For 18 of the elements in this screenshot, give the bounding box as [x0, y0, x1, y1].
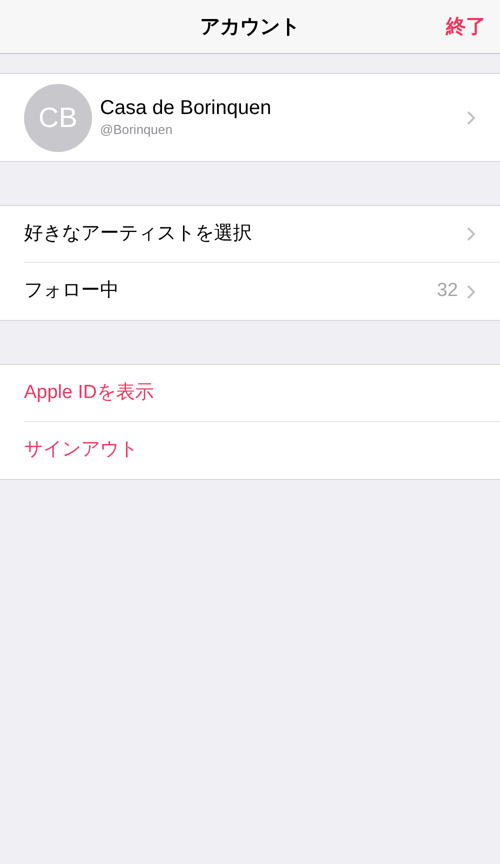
profile-handle: @Borinquen: [100, 120, 174, 139]
row-label: サインアウト: [24, 438, 138, 462]
action-row[interactable]: サインアウト: [24, 422, 500, 479]
row-detail: 32: [436, 279, 458, 304]
row-label: フォロー中: [24, 279, 120, 304]
action-row[interactable]: Apple IDを表示: [24, 365, 500, 422]
chevron-icon: [466, 110, 476, 126]
chevron-icon: [466, 284, 476, 300]
chevron-icon: [466, 226, 476, 242]
row-label: 好きなアーティストを選択: [24, 222, 253, 246]
done-button[interactable]: 終了: [446, 12, 486, 42]
profile-name: Casa de Borinquen: [100, 96, 272, 120]
row-label: Apple IDを表示: [24, 380, 154, 405]
list-row[interactable]: 好きなアーティストを選択: [24, 206, 500, 263]
page-title: アカウント: [200, 14, 300, 40]
profile-row[interactable]: CB Casa de Borinquen @Borinquen: [0, 74, 500, 161]
list-row[interactable]: フォロー中 32: [24, 263, 500, 320]
avatar: CB: [24, 84, 92, 152]
